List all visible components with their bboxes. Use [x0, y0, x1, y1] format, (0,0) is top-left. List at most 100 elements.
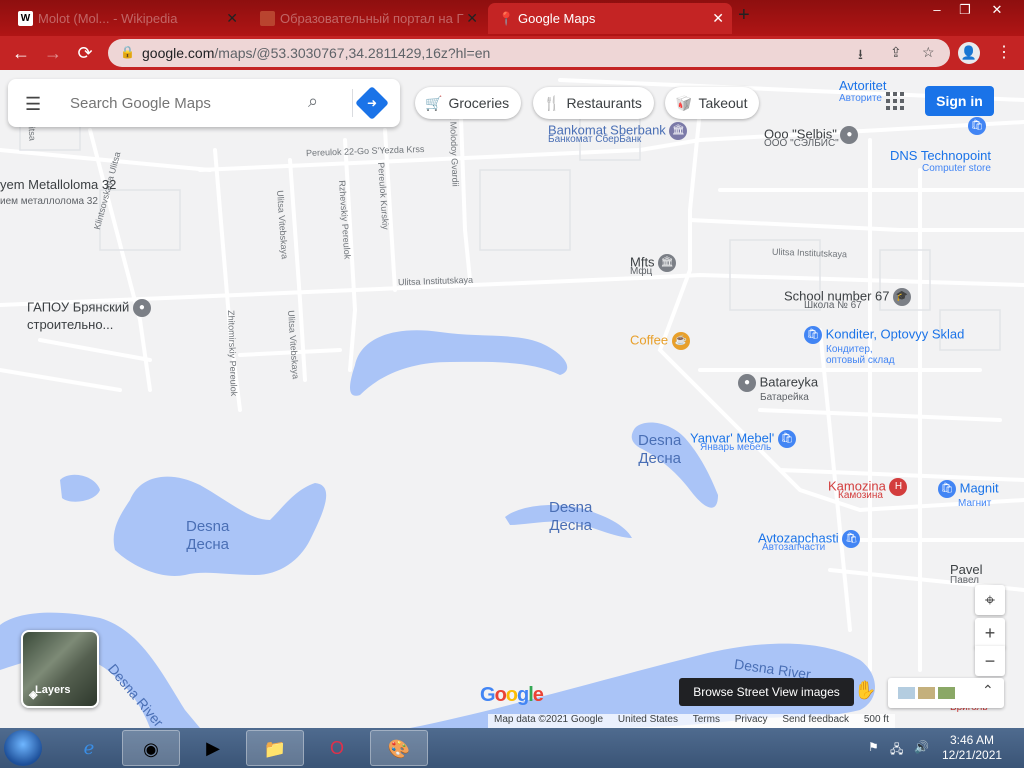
close-tab-icon[interactable]: ✕ [226, 3, 238, 34]
system-clock[interactable]: 3:46 AM 12/21/2021 [942, 733, 1002, 763]
place-mfts[interactable]: Mfts 🏛 Мфц [630, 254, 677, 277]
map-canvas[interactable]: Pereulok 22-Go S'Yezda Krss Ulitsa Insti… [0, 70, 1024, 728]
tab-wikipedia[interactable]: W Molot (Mol... - Wikipedia ✕ [8, 3, 246, 34]
search-input[interactable] [70, 92, 300, 114]
terms-link[interactable]: Terms [693, 714, 720, 725]
chip-takeout[interactable]: 🥡 Takeout [665, 87, 760, 119]
my-location-button[interactable]: ⌖ [975, 585, 1005, 615]
place-pin-icon: ● [738, 374, 756, 392]
zoom-in-button[interactable]: + [975, 618, 1005, 648]
browser-toolbar: ← → ⟳ 🔒 google.com/maps/@53.3030767,34.2… [0, 36, 1024, 70]
place-gapou[interactable]: ГАПОУ Брянский ● строительно... [27, 299, 151, 332]
thumbnail[interactable] [938, 687, 955, 699]
forward-button[interactable]: → [42, 42, 64, 64]
place-avtoritet[interactable]: Avtoritet Авторите [839, 78, 886, 104]
place-selbis[interactable]: Ooo "Selbis" ● ООО "СЭЛБИС" [764, 126, 859, 149]
hamburger-menu-icon[interactable]: ☰ [25, 94, 41, 115]
send-feedback-link[interactable]: Send feedback [782, 714, 849, 725]
search-icon[interactable]: ⌕ [308, 91, 318, 112]
place-yanvar-mebel[interactable]: Yanvar' Mebel' 🛍 Январь мебель [690, 430, 796, 453]
place-magnit[interactable]: 🛍 Magnit Магнит [938, 480, 999, 509]
paint-icon[interactable]: 🎨 [370, 730, 428, 766]
file-explorer-icon[interactable]: 📁 [246, 730, 304, 766]
place-konditer[interactable]: 🛍 Konditer, Optovyy Sklad Кондитер, опто… [804, 326, 964, 366]
cart-icon: 🛒 [425, 95, 443, 111]
clock-date: 12/21/2021 [942, 748, 1003, 762]
chip-groceries[interactable]: 🛒 Groceries [415, 87, 522, 119]
lock-icon[interactable]: 🔒 [120, 45, 135, 59]
tab-title: Molot (Mol... - Wikipedia [38, 11, 178, 26]
map-data-attribution: Map data ©2021 Google [494, 714, 604, 725]
bookmark-star-icon[interactable]: ☆ [922, 44, 935, 61]
layers-label: ◈ Layers [29, 684, 71, 701]
shopping-bag-icon: 🛍 [777, 430, 796, 448]
layers-button[interactable]: ◈ Layers [21, 630, 99, 708]
browser-tab-strip: W Molot (Mol... - Wikipedia ✕ Образовате… [0, 0, 1024, 36]
place-metalloloma[interactable]: yem Metalloloma 32 ием металлолома 32 [0, 177, 116, 207]
shopping-bag-icon: 🛍 [804, 326, 822, 344]
share-icon[interactable]: ⇪ [890, 44, 902, 61]
tab-education-portal[interactable]: Образовательный портал на Г ✕ [250, 3, 486, 34]
profile-avatar-icon[interactable]: 👤 [958, 42, 980, 64]
government-icon: 🏛 [658, 254, 677, 272]
thumbnail[interactable] [918, 687, 935, 699]
clock-time: 3:46 AM [949, 733, 995, 747]
back-button[interactable]: ← [10, 42, 32, 64]
minimize-button[interactable]: – [926, 2, 948, 17]
place-dns-technopoint[interactable]: DNS Technopoint Computer store [890, 148, 991, 174]
school-icon: 🎓 [893, 288, 912, 306]
wikipedia-favicon-icon: W [18, 11, 33, 26]
shopping-bag-icon[interactable]: 🛍 [968, 117, 986, 135]
media-player-icon[interactable]: ▶ [184, 730, 242, 766]
sign-in-button[interactable]: Sign in [925, 86, 994, 116]
url-text[interactable]: google.com/maps/@53.3030767,34.2811429,1… [142, 45, 490, 61]
close-window-button[interactable]: ✕ [986, 2, 1008, 18]
tab-google-maps[interactable]: 📍 Google Maps ✕ [488, 3, 732, 34]
reload-button[interactable]: ⟳ [74, 42, 96, 64]
locate-icon: ⌖ [984, 590, 996, 610]
volume-icon[interactable]: 🔊 [914, 740, 929, 754]
place-kamozina[interactable]: Kamozina H Камозина [828, 478, 908, 501]
imagery-thumbnails[interactable]: ⌃ [888, 678, 1004, 708]
water-label-desna: Desna Десна [549, 499, 593, 534]
zoom-out-button[interactable]: − [975, 646, 1005, 676]
pegman-hand-icon[interactable]: ✋ [854, 680, 876, 701]
opera-icon[interactable]: O [308, 730, 366, 766]
place-batareyka[interactable]: ● Batareyka Батарейка [738, 374, 818, 403]
chip-restaurants[interactable]: 🍴 Restaurants [533, 87, 654, 119]
takeout-box-icon: 🥡 [675, 95, 693, 111]
place-avtozapchasti[interactable]: Avtozapchasti 🛍 Автозапчасти [758, 530, 861, 553]
close-tab-icon[interactable]: ✕ [466, 3, 478, 34]
scale-label[interactable]: 500 ft [864, 714, 889, 725]
thumbnail[interactable] [898, 687, 915, 699]
country-link[interactable]: United States [618, 714, 678, 725]
place-pavel[interactable]: Pavel Павел [950, 562, 983, 586]
restore-button[interactable]: ❐ [954, 2, 976, 18]
coffee-cup-icon: ☕ [671, 332, 690, 350]
directions-arrow-icon: ➜ [366, 96, 378, 110]
browser-menu-icon[interactable]: ⋮ [996, 42, 1012, 62]
start-button[interactable] [4, 730, 42, 766]
place-sberbank[interactable]: Bankomat Sberbank 🏛 Банкомат СберБанк [548, 122, 688, 145]
place-pin-icon: ● [840, 126, 859, 144]
network-icon[interactable]: 🖧 [890, 740, 903, 761]
place-coffee[interactable]: Coffee ☕ [630, 332, 690, 350]
close-tab-icon[interactable]: ✕ [712, 3, 724, 34]
apps-grid-icon[interactable] [886, 92, 904, 110]
internet-explorer-icon[interactable]: ℯ [60, 730, 118, 766]
directions-button[interactable]: ➜ [355, 86, 389, 120]
address-bar[interactable]: 🔒 google.com/maps/@53.3030767,34.2811429… [108, 39, 950, 67]
maps-pin-favicon-icon: 📍 [498, 11, 515, 26]
tab-title: Google Maps [518, 11, 596, 26]
tab-title: Образовательный портал на Г [280, 11, 464, 26]
lake-north [350, 330, 568, 396]
new-tab-button[interactable]: + [738, 4, 750, 27]
place-pin-icon: ● [132, 299, 151, 317]
notification-flag-icon[interactable]: ⚑ [868, 740, 879, 754]
privacy-link[interactable]: Privacy [735, 714, 768, 725]
expand-icon[interactable]: ⌃ [982, 682, 994, 699]
place-school-67[interactable]: School number 67 🎓 Школа № 67 [784, 288, 912, 311]
install-icon[interactable]: ⭳ [858, 44, 863, 68]
chrome-icon[interactable]: ◉ [122, 730, 180, 766]
water-label-desna: Desna Десна [186, 518, 230, 553]
